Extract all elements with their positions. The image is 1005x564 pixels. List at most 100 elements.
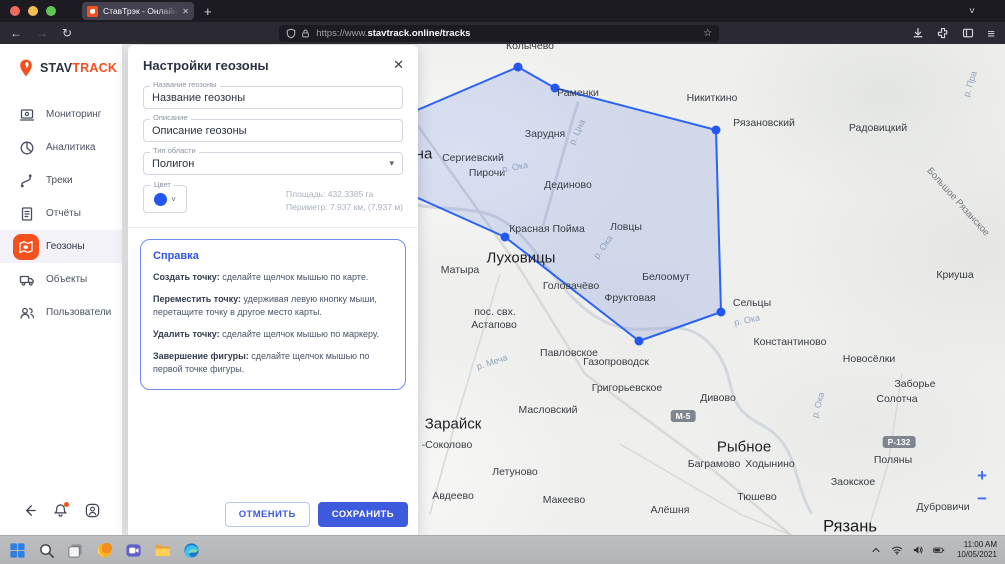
forward-button[interactable]: →	[36, 27, 48, 39]
polygon-vertex-marker[interactable]	[501, 233, 510, 242]
reload-button[interactable]: ↻	[62, 27, 72, 39]
map-label: Дивово	[700, 392, 736, 404]
sidebar-item-geozones[interactable]: Геозоны	[0, 230, 122, 263]
chat-icon[interactable]	[124, 541, 143, 560]
polygon-vertex-marker[interactable]	[712, 126, 721, 135]
reports-icon	[18, 205, 35, 222]
sidebar-item-objects[interactable]: Объекты	[0, 263, 122, 296]
help-item: Переместить точку: удерживая левую кнопк…	[153, 293, 393, 319]
road-badge: Р-132	[883, 436, 916, 448]
menu-icon[interactable]: ≡	[987, 27, 995, 40]
url-bar[interactable]: https://www.stavtrack.online/tracks ☆	[279, 25, 719, 42]
task-view-icon[interactable]	[66, 541, 85, 560]
taskbar-clock[interactable]: 11:00 AM 10/05/2021	[957, 540, 997, 561]
close-window-button[interactable]	[10, 6, 20, 16]
map-label: Авдеево	[432, 490, 474, 502]
tab-close-icon[interactable]: ✕	[182, 7, 189, 16]
new-tab-button[interactable]: +	[204, 5, 212, 18]
map-label: Масловский	[518, 404, 577, 416]
polygon-vertex-marker[interactable]	[514, 63, 523, 72]
bookmark-star-icon[interactable]: ☆	[703, 28, 712, 39]
analytics-icon	[18, 139, 35, 156]
geozones-icon	[13, 234, 39, 260]
polygon-vertex-marker[interactable]	[717, 308, 726, 317]
tab-list-chevron-icon[interactable]: ˅	[969, 6, 975, 17]
sidebar-toggle-icon[interactable]	[962, 27, 974, 39]
description-input[interactable]	[143, 119, 403, 142]
stavtrack-favicon-icon	[87, 6, 98, 17]
volume-icon[interactable]	[912, 544, 924, 556]
map-label: Криуша	[936, 269, 973, 281]
notifications-bell-icon[interactable]	[53, 503, 68, 523]
cancel-button[interactable]: ОТМЕНИТЬ	[225, 502, 310, 527]
area-type-select[interactable]: Полигон ▾	[143, 152, 403, 175]
tray-time: 11:00 AM	[957, 540, 997, 550]
color-label: Цвет	[151, 181, 174, 189]
map-label: Матыра	[441, 264, 480, 276]
map-label: Константиново	[754, 336, 827, 348]
search-icon[interactable]	[37, 541, 56, 560]
start-icon[interactable]	[8, 541, 27, 560]
panel-close-icon[interactable]: ✕	[393, 57, 404, 73]
map-label: Фруктовая	[604, 292, 655, 304]
map-label: Баграмово	[688, 458, 741, 470]
perimeter-value: Периметр: 7.937 км, (7,937 м)	[286, 201, 403, 214]
app-sidebar: STAVTRACK МониторингАналитикаТрекиОтчёты…	[0, 44, 122, 535]
battery-icon[interactable]	[933, 544, 945, 556]
map-label: Заокское	[831, 476, 875, 488]
map-label: Красная Пойма	[509, 223, 585, 235]
sidebar-item-label: Отчёты	[46, 208, 81, 219]
sidebar-footer	[0, 503, 122, 523]
downloads-icon[interactable]	[912, 27, 924, 39]
back-button[interactable]: ←	[10, 27, 22, 39]
color-picker[interactable]: Цвет ˅	[143, 185, 187, 213]
explorer-icon[interactable]	[153, 541, 172, 560]
sidebar-item-analytics[interactable]: Аналитика	[0, 131, 122, 164]
sidebar-item-users[interactable]: Пользователи	[0, 296, 122, 329]
map-label: Газопроводск	[583, 356, 649, 368]
windows-taskbar: 11:00 AM 10/05/2021	[0, 535, 1005, 564]
map-label: Летуново	[492, 466, 538, 478]
edge-icon[interactable]	[182, 541, 201, 560]
map-label: Зарудня	[525, 128, 565, 140]
sidebar-item-label: Треки	[46, 175, 73, 186]
system-tray: 11:00 AM 10/05/2021	[870, 540, 997, 561]
wifi-icon[interactable]	[891, 544, 903, 556]
monitoring-icon	[18, 106, 35, 123]
sidebar-item-tracks[interactable]: Треки	[0, 164, 122, 197]
browser-tab[interactable]: СтавТрэк - Онлайн мониторин ✕	[82, 2, 194, 20]
collapse-sidebar-icon[interactable]	[22, 503, 37, 523]
zoom-out-button[interactable]: −	[977, 490, 987, 507]
area-value: Площадь: 432.3385 га	[286, 188, 403, 201]
save-button[interactable]: СОХРАНИТЬ	[318, 502, 408, 527]
extensions-icon[interactable]	[937, 27, 949, 39]
help-item: Создать точку: сделайте щелчок мышью по …	[153, 271, 393, 284]
description-field: Описание	[143, 119, 403, 142]
map-label: Ходынино	[745, 458, 794, 470]
maximize-window-button[interactable]	[46, 6, 56, 16]
map-label: Рязань	[823, 518, 877, 536]
map-label: Тюшево	[737, 491, 776, 503]
sidebar-item-label: Объекты	[46, 274, 87, 285]
help-item: Завершение фигуры: сделайте щелчок мышью…	[153, 350, 393, 376]
map-label: Рыбное	[717, 439, 771, 456]
map-label: Колычево	[506, 44, 554, 52]
profile-icon[interactable]	[85, 503, 100, 523]
geozone-name-field: Название геозоны	[143, 86, 403, 109]
zoom-in-button[interactable]: +	[977, 467, 987, 484]
tracks-icon	[18, 172, 35, 189]
tray-chevron-up-icon[interactable]	[870, 544, 882, 556]
map-label: Луховицы	[487, 250, 556, 267]
firefox-icon[interactable]	[95, 541, 114, 560]
sidebar-item-label: Мониторинг	[46, 109, 101, 120]
sidebar-item-monitoring[interactable]: Мониторинг	[0, 98, 122, 131]
minimize-window-button[interactable]	[28, 6, 38, 16]
geozone-name-input[interactable]	[143, 86, 403, 109]
sidebar-item-reports[interactable]: Отчёты	[0, 197, 122, 230]
app-content: КолычевонаРаменкиНикиткиноРязановскийРад…	[0, 44, 1005, 535]
window-controls	[10, 6, 56, 16]
geozone-settings-panel: Настройки геозоны ✕ Название геозоны Опи…	[128, 45, 418, 535]
map-label: Сельцы	[733, 297, 771, 309]
sidebar-item-label: Пользователи	[46, 307, 111, 318]
polygon-vertex-marker[interactable]	[635, 337, 644, 346]
